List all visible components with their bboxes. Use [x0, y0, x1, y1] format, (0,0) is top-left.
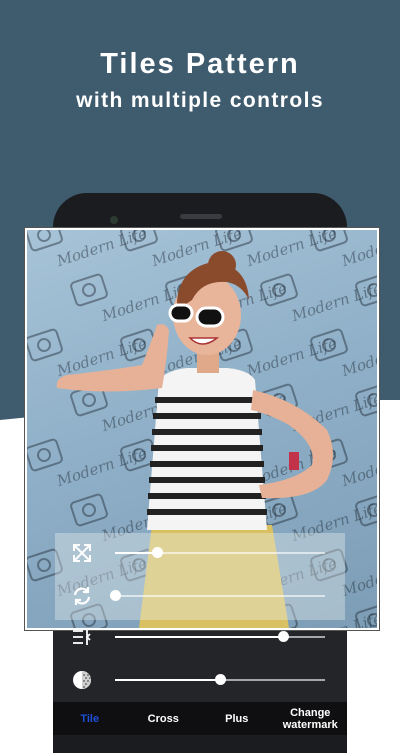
size-slider-fill — [115, 552, 157, 554]
size-slider[interactable] — [115, 547, 325, 558]
resize-arrows-icon[interactable] — [70, 541, 94, 565]
tab-tile[interactable]: Tile — [53, 702, 127, 735]
front-camera-icon — [110, 216, 118, 224]
spacing-slider-thumb[interactable] — [278, 631, 289, 642]
size-control — [55, 538, 345, 568]
size-slider-thumb[interactable] — [152, 547, 163, 558]
opacity-control — [53, 665, 347, 695]
opacity-slider[interactable] — [115, 674, 325, 685]
overlay-controls-panel — [55, 533, 345, 620]
tab-change-watermark[interactable]: Change watermark — [274, 702, 348, 735]
spacing-icon[interactable] — [70, 625, 94, 649]
spacing-slider[interactable] — [115, 631, 325, 642]
promo-headline: Tiles Pattern with multiple controls — [0, 48, 400, 113]
opacity-slider-fill — [115, 679, 220, 681]
phone-speaker — [180, 214, 222, 219]
rotation-slider-thumb[interactable] — [110, 590, 121, 601]
promo-subtitle: with multiple controls — [76, 89, 324, 112]
tab-cross[interactable]: Cross — [127, 702, 201, 735]
pattern-tab-bar: Tile Cross Plus Change watermark — [53, 702, 347, 735]
spacing-slider-fill — [115, 636, 283, 638]
opacity-icon[interactable] — [70, 668, 94, 692]
tab-plus[interactable]: Plus — [200, 702, 274, 735]
rotate-icon[interactable] — [70, 584, 94, 608]
spacing-control — [53, 622, 347, 652]
opacity-slider-thumb[interactable] — [215, 674, 226, 685]
promo-title: Tiles Pattern — [100, 48, 300, 80]
rotation-control — [55, 581, 345, 611]
rotation-slider[interactable] — [110, 590, 325, 601]
